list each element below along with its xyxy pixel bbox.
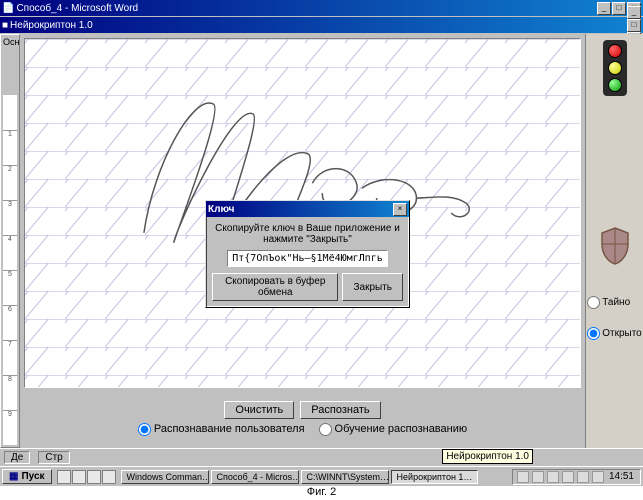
left-toolbar: Осн 1 2 3 4 5 6 7 8 9 [0, 34, 20, 448]
status-str: Стр [38, 451, 69, 464]
ql-icon-2[interactable] [72, 470, 86, 484]
dialog-close-button[interactable]: Закрыть [342, 273, 403, 301]
windows-logo-icon: ▦ [9, 471, 18, 482]
recognize-button[interactable]: Распознать [300, 401, 380, 419]
clock[interactable]: 14:51 [607, 471, 636, 482]
app-maximize-button[interactable]: □ [627, 19, 641, 32]
task-item[interactable]: C:\WINNT\System… [301, 470, 389, 484]
traffic-light-icon [603, 40, 627, 96]
ql-icon-1[interactable] [57, 470, 71, 484]
red-lamp [608, 44, 622, 58]
dialog-close-icon[interactable]: × [393, 203, 407, 216]
tray-icon[interactable] [517, 471, 529, 483]
open-radio[interactable]: Открыто [587, 327, 642, 340]
word-title: Способ_4 - Microsoft Word [14, 3, 597, 14]
ql-icon-4[interactable] [102, 470, 116, 484]
left-label: Осн [1, 35, 19, 49]
copy-clipboard-button[interactable]: Скопировать в буфер обмена [212, 273, 338, 301]
vertical-ruler: 1 2 3 4 5 6 7 8 9 [3, 95, 17, 445]
status-de: Де [4, 451, 30, 464]
key-value-box[interactable]: Пт{7ОпЪок"Нь—§1Мё4ЮмгЛпгь [227, 250, 388, 267]
task-item[interactable]: Windows Comman… [121, 470, 209, 484]
mode-training-radio[interactable]: Обучение распознаванию [319, 423, 468, 436]
mode-recognition-radio[interactable]: Распознавание пользователя [138, 423, 305, 436]
minimize-button[interactable]: _ [597, 2, 611, 15]
word-icon: 📄 [2, 3, 14, 14]
figure-caption: Фиг. 2 [0, 486, 643, 500]
tray-icon[interactable] [547, 471, 559, 483]
secret-radio[interactable]: Тайно [587, 296, 642, 309]
key-dialog: Ключ × Скопируйте ключ в Ваше приложение… [205, 200, 410, 308]
yellow-lamp [608, 61, 622, 75]
bottom-controls: Очистить Распознать Распознавание пользо… [24, 392, 581, 444]
right-panel: Тайно Открыто [585, 34, 643, 448]
app-minimize-button[interactable]: _ [627, 6, 641, 19]
task-item[interactable]: Способ_4 - Micros… [211, 470, 299, 484]
tray-icon[interactable] [532, 471, 544, 483]
ql-icon-3[interactable] [87, 470, 101, 484]
dialog-message: Скопируйте ключ в Ваше приложение и нажм… [212, 223, 403, 245]
task-item-active[interactable]: Нейрокриптон 1… [391, 470, 479, 484]
word-status-bar: Де Стр [0, 448, 643, 466]
taskbar: ▦ Пуск Windows Comman… Способ_4 - Micros… [0, 466, 643, 486]
green-lamp [608, 78, 622, 92]
quick-launch [57, 470, 116, 484]
tray-icon[interactable] [562, 471, 574, 483]
app-title: Нейрокриптон 1.0 [8, 20, 627, 31]
dialog-titlebar[interactable]: Ключ × [206, 201, 409, 217]
clear-button[interactable]: Очистить [224, 401, 294, 419]
maximize-button[interactable]: □ [612, 2, 626, 15]
system-tray: 14:51 [512, 469, 641, 485]
word-titlebar: 📄 Способ_4 - Microsoft Word _ □ × [0, 0, 643, 16]
start-button[interactable]: ▦ Пуск [2, 469, 52, 484]
tray-icon[interactable] [577, 471, 589, 483]
taskbar-tooltip: Нейрокриптон 1.0 [442, 449, 533, 464]
app-titlebar: ■ Нейрокриптон 1.0 _ □ × [0, 17, 643, 33]
tray-icon[interactable] [592, 471, 604, 483]
shield-icon [598, 226, 632, 266]
dialog-title-text: Ключ [208, 204, 393, 215]
